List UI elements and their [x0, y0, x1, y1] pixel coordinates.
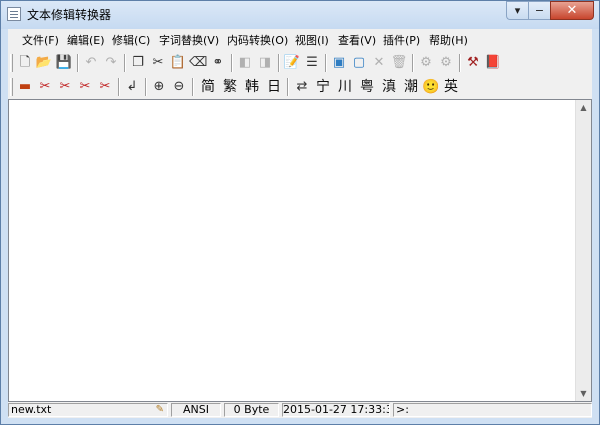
scroll-down-icon[interactable]: ▼: [576, 386, 591, 401]
simplified-button[interactable]: 简: [198, 77, 218, 97]
status-datetime: 2015-01-27 17:33:37: [282, 403, 390, 417]
return-icon[interactable]: ↲: [123, 78, 141, 96]
app-icon: [7, 7, 21, 21]
save-icon[interactable]: 💾: [55, 54, 73, 72]
status-size: 0 Byte: [224, 403, 279, 417]
tools-icon[interactable]: ⚒: [464, 54, 482, 72]
menu-bar: 文件(F) 编辑(E) 修辑(C) 字词替换(V) 内码转换(O) 视图(I) …: [8, 29, 592, 49]
convert-toolbar: ▬ ✂ ✂ ✂ ✂ ↲ ⊕ ⊖ 简 繁 韩 日 ⇄ 宁 川 粤 滇 潮 🙂 英: [8, 75, 592, 99]
toolbar-separator: [145, 78, 147, 96]
main-toolbar: 🗋 📂 💾 ↶ ↷ ❐ ✂ 📋 ⌫ ⚭ ◧ ◨ 📝 ☰ ▣ ▢ ✕ 🗑 ⚙ ⚙ …: [8, 51, 592, 75]
align-text-icon[interactable]: ☰: [303, 54, 321, 72]
toolbar-separator: [412, 54, 414, 72]
eraser-icon[interactable]: ⌫: [189, 54, 207, 72]
japanese-button[interactable]: 日: [264, 77, 284, 97]
toolbar-grip[interactable]: [10, 78, 13, 96]
menu-edit[interactable]: 编辑(E): [67, 32, 105, 48]
window-title: 文本修辑转换器: [27, 8, 112, 22]
paste-icon[interactable]: 📋: [169, 54, 187, 72]
menu-help[interactable]: 帮助(H): [429, 32, 468, 48]
status-bar: new.txt ✎ ANSI 0 Byte 2015-01-27 17:33:3…: [8, 402, 592, 418]
status-encoding: ANSI: [171, 403, 221, 417]
menu-plugins[interactable]: 插件(P): [383, 32, 420, 48]
toolbar-separator: [118, 78, 120, 96]
menu-code-convert[interactable]: 内码转换(O): [227, 32, 288, 48]
next-icon[interactable]: ◨: [256, 54, 274, 72]
ning-button[interactable]: 宁: [313, 77, 333, 97]
menu-modify[interactable]: 修辑(C): [112, 32, 150, 48]
copy-icon[interactable]: ❐: [129, 54, 147, 72]
toolbar-separator: [192, 78, 194, 96]
cut-space-icon[interactable]: ✂: [56, 78, 74, 96]
open-folder-icon[interactable]: 📂: [35, 54, 53, 72]
toolbar-separator: [231, 54, 233, 72]
toolbar-separator: [325, 54, 327, 72]
convert-arrows-icon[interactable]: ⇄: [293, 78, 311, 96]
plugin-alt-icon[interactable]: ⚙: [437, 54, 455, 72]
menu-word-replace[interactable]: 字词替换(V): [159, 32, 219, 48]
toolbar-grip[interactable]: [10, 54, 13, 72]
minimize-button[interactable]: −: [528, 1, 550, 20]
cut-icon[interactable]: ✂: [149, 54, 167, 72]
rectangle-icon[interactable]: ▬: [16, 78, 34, 96]
text-editor[interactable]: ▲ ▼: [8, 99, 592, 402]
title-bar[interactable]: 文本修辑转换器 ▾ − ✕: [1, 1, 599, 29]
status-filename: new.txt ✎: [8, 403, 168, 417]
traditional-button[interactable]: 繁: [220, 77, 240, 97]
toolbar-separator: [124, 54, 126, 72]
menu-look[interactable]: 查看(V): [338, 32, 376, 48]
status-prompt: >:: [393, 403, 592, 417]
menu-file[interactable]: 文件(F): [22, 32, 59, 48]
toolbar-separator: [459, 54, 461, 72]
app-window: 文本修辑转换器 ▾ − ✕ 文件(F) 编辑(E) 修辑(C) 字词替换(V) …: [0, 0, 600, 425]
plugin-icon[interactable]: ⚙: [417, 54, 435, 72]
undo-icon[interactable]: ↶: [82, 54, 100, 72]
chuan-button[interactable]: 川: [335, 77, 355, 97]
trash-icon[interactable]: 🗑: [390, 54, 408, 72]
cut-line-icon[interactable]: ✂: [36, 78, 54, 96]
yue-button[interactable]: 粤: [357, 77, 377, 97]
pencil-icon: ✎: [155, 404, 164, 415]
edit-note-icon[interactable]: 📝: [283, 54, 301, 72]
menu-view[interactable]: 视图(I): [295, 32, 329, 48]
frame-icon[interactable]: ▢: [350, 54, 368, 72]
find-binoculars-icon[interactable]: ⚭: [209, 54, 227, 72]
dropdown-button[interactable]: ▾: [506, 1, 528, 20]
chao-button[interactable]: 潮: [401, 77, 421, 97]
redo-icon[interactable]: ↷: [102, 54, 120, 72]
book-icon[interactable]: 📕: [484, 54, 502, 72]
english-button[interactable]: 英: [441, 77, 461, 97]
toolbar-separator: [278, 54, 280, 72]
dian-button[interactable]: 滇: [379, 77, 399, 97]
korean-button[interactable]: 韩: [242, 77, 262, 97]
zoom-out-icon[interactable]: ⊖: [170, 78, 188, 96]
scroll-up-icon[interactable]: ▲: [576, 100, 591, 115]
toolbar-separator: [77, 54, 79, 72]
cut-return-icon[interactable]: ✂: [76, 78, 94, 96]
close-button[interactable]: ✕: [550, 1, 594, 20]
filename-text: new.txt: [11, 403, 52, 416]
toolbar-separator: [287, 78, 289, 96]
prev-icon[interactable]: ◧: [236, 54, 254, 72]
new-file-icon[interactable]: 🗋: [16, 54, 34, 72]
smiley-icon[interactable]: 🙂: [421, 77, 441, 97]
delete-x-icon[interactable]: ✕: [370, 54, 388, 72]
client-area: 文件(F) 编辑(E) 修辑(C) 字词替换(V) 内码转换(O) 视图(I) …: [8, 29, 592, 418]
vertical-scrollbar[interactable]: ▲ ▼: [575, 100, 591, 401]
zoom-in-icon[interactable]: ⊕: [150, 78, 168, 96]
image-icon[interactable]: ▣: [330, 54, 348, 72]
cut-tab-icon[interactable]: ✂: [96, 78, 114, 96]
